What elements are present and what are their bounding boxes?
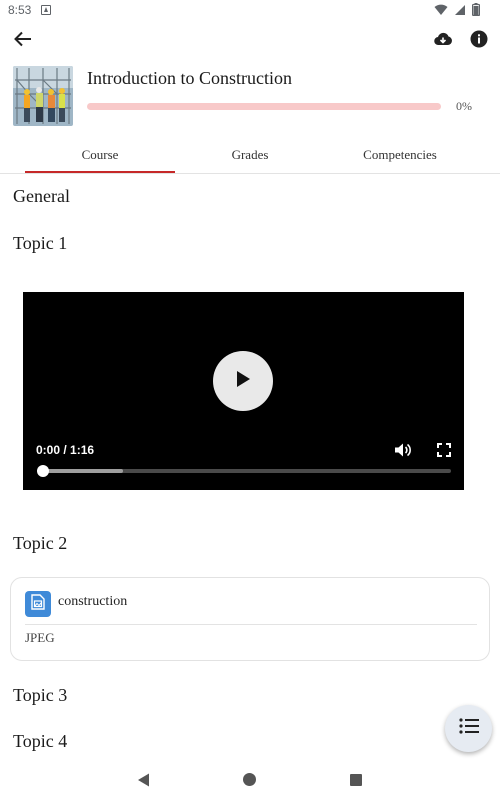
tab-course[interactable]: Course	[25, 137, 175, 173]
volume-button[interactable]	[394, 442, 412, 458]
download-button[interactable]	[430, 28, 456, 54]
video-seek-thumb[interactable]	[37, 465, 49, 477]
course-title: Introduction to Construction	[87, 68, 292, 88]
image-file-icon	[31, 593, 45, 615]
video-time: 0:00 / 1:16	[36, 443, 95, 457]
resource-type: JPEG	[25, 630, 55, 645]
list-icon	[458, 718, 479, 739]
course-progress-label: 0%	[456, 99, 472, 113]
course-tabs: Course Grades Competencies	[0, 137, 500, 174]
notification-icon	[41, 5, 51, 15]
active-tab-indicator	[25, 171, 175, 173]
nav-home-button[interactable]	[243, 773, 256, 786]
course-index-button[interactable]	[445, 705, 492, 752]
tab-grades[interactable]: Grades	[175, 137, 325, 173]
tab-competencies[interactable]: Competencies	[325, 137, 475, 173]
video-buffer-bar	[41, 469, 123, 473]
status-time: 8:53	[8, 3, 32, 17]
resource-divider	[25, 624, 477, 625]
play-icon	[235, 370, 251, 393]
video-seek-bar[interactable]	[37, 465, 451, 477]
status-bar: 8:53	[0, 0, 500, 22]
wifi-icon	[434, 3, 448, 21]
info-button[interactable]	[466, 28, 492, 54]
nav-back-icon	[136, 773, 152, 792]
signal-icon	[454, 3, 466, 21]
course-progress-bar	[87, 103, 441, 110]
resource-name: construction	[58, 594, 128, 609]
battery-icon	[471, 3, 481, 21]
nav-recents-button[interactable]	[350, 774, 362, 786]
section-topic-2[interactable]: Topic 2	[13, 533, 67, 554]
fullscreen-button[interactable]	[436, 442, 452, 458]
cloud-download-icon	[434, 32, 452, 51]
system-navigation-bar	[0, 762, 500, 800]
screen: 8:53 Introduction to Construction 0% Cou…	[0, 0, 500, 800]
course-header: Introduction to Construction 0%	[0, 66, 500, 128]
arrow-left-icon	[14, 31, 32, 52]
fullscreen-icon	[436, 443, 452, 462]
nav-back-button[interactable]	[136, 772, 152, 788]
resource-card[interactable]: construction JPEG	[10, 577, 490, 661]
back-button[interactable]	[10, 28, 36, 54]
section-topic-1[interactable]: Topic 1	[13, 233, 67, 254]
section-topic-3[interactable]: Topic 3	[13, 685, 67, 706]
app-bar	[0, 24, 500, 58]
resource-icon-badge	[25, 591, 51, 617]
video-player[interactable]: 0:00 / 1:16	[23, 292, 464, 490]
course-thumbnail	[13, 66, 73, 126]
section-general[interactable]: General	[13, 186, 70, 207]
info-icon	[470, 30, 488, 53]
play-button[interactable]	[213, 351, 273, 411]
section-topic-4[interactable]: Topic 4	[13, 731, 67, 752]
volume-icon	[394, 443, 412, 462]
status-icons	[434, 3, 481, 21]
